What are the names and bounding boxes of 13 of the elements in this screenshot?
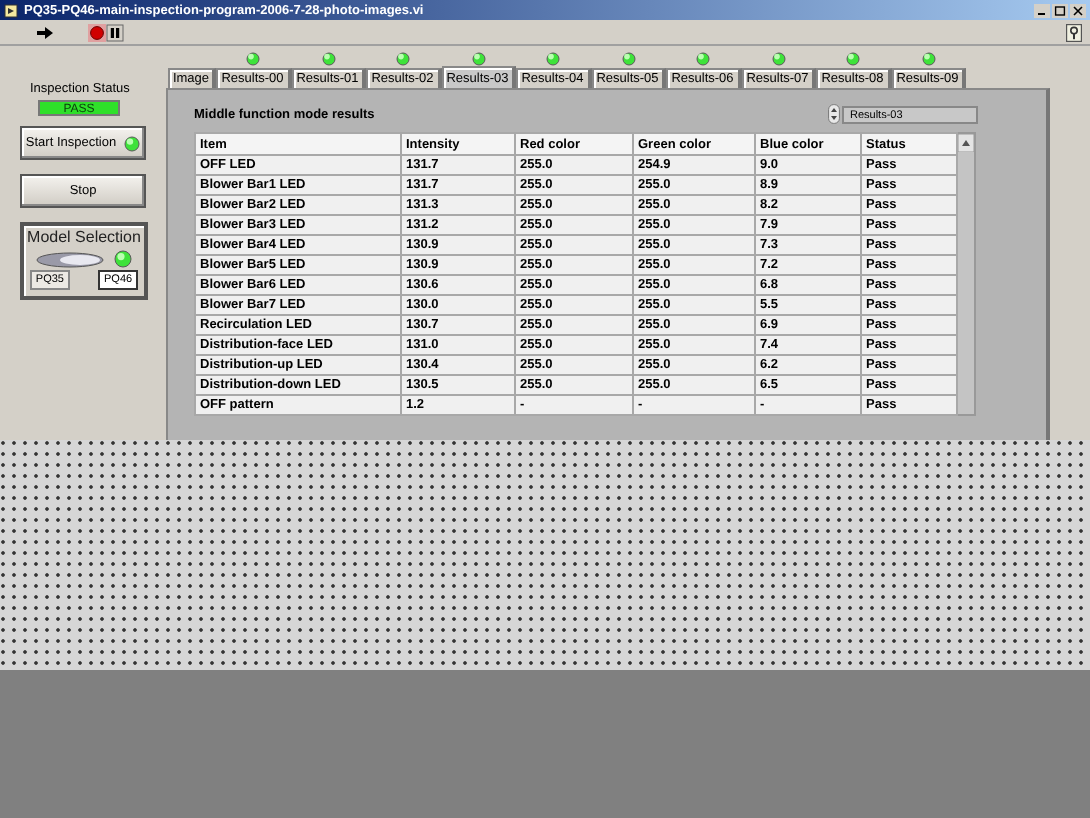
abort-icon[interactable] xyxy=(88,23,106,41)
help-icon[interactable] xyxy=(1066,23,1082,41)
run-arrow-icon[interactable] xyxy=(36,25,54,39)
scroll-up-arrow-icon[interactable] xyxy=(958,134,974,152)
panel-title: Model Selection xyxy=(27,228,141,246)
minimize-icon[interactable] xyxy=(1034,3,1050,17)
maximize-icon[interactable] xyxy=(1052,3,1068,17)
close-icon[interactable] xyxy=(1070,3,1086,17)
toggle-switch[interactable] xyxy=(36,251,104,267)
increment-arrows-icon[interactable] xyxy=(828,104,840,124)
pause-icon[interactable] xyxy=(106,23,124,41)
scrollbar[interactable] xyxy=(958,132,976,416)
app-icon xyxy=(4,3,18,17)
